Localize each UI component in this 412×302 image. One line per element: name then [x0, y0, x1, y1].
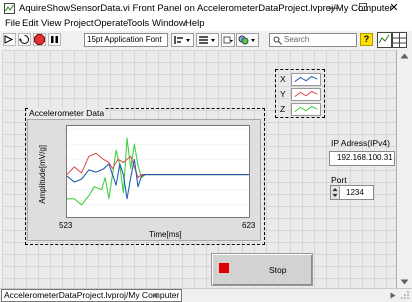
vertical-scrollbar[interactable]	[397, 50, 412, 288]
legend-swatch-y	[291, 88, 321, 101]
port-label: Port	[331, 175, 347, 185]
scroll-left-icon[interactable]	[152, 292, 158, 299]
ip-address-value: 192.168.100.31	[337, 153, 393, 162]
plot-legend[interactable]: X Y Z	[275, 69, 325, 118]
plot-area[interactable]	[66, 125, 250, 218]
search-icon	[273, 36, 282, 45]
toolbar: 15pt Application Font Search ?	[0, 31, 412, 49]
close-button[interactable]: ✕	[379, 0, 409, 17]
stop-indicator-icon	[219, 263, 229, 273]
maximize-button[interactable]: ☐	[348, 0, 378, 17]
legend-label: Z	[280, 104, 286, 114]
port-increment-decrement-icon[interactable]	[331, 186, 340, 199]
legend-item-z[interactable]: Z	[280, 103, 324, 117]
align-objects-icon[interactable]	[171, 33, 194, 47]
horizontal-scrollbar[interactable]	[152, 290, 397, 300]
context-help-button[interactable]: ?	[360, 33, 373, 46]
resize-objects-icon[interactable]	[221, 33, 235, 47]
resize-grip-icon[interactable]	[399, 289, 410, 300]
ip-address-label: IP Adress(IPv4)	[331, 138, 390, 148]
legend-item-y[interactable]: Y	[280, 88, 324, 102]
series-line-x	[67, 158, 249, 200]
menu-edit[interactable]: Edit	[22, 18, 38, 29]
title-bar: AquireShowSensorData.vi Front Panel on A…	[0, 0, 412, 17]
legend-swatch-x	[291, 73, 321, 86]
legend-label: X	[280, 74, 286, 84]
x-axis-label: Time[ms]	[149, 230, 182, 239]
x-axis-min-label: 523	[59, 221, 73, 230]
legend-swatch-z	[291, 103, 321, 116]
x-axis-max-label: 623	[242, 221, 256, 230]
port-value: 1234	[346, 188, 364, 197]
menu-operate[interactable]: Operate	[94, 18, 128, 29]
stop-button-label: Stop	[269, 265, 287, 275]
abort-execution-icon[interactable]	[33, 33, 46, 46]
graph-label: Accelerometer Data	[28, 108, 106, 118]
reorder-icon[interactable]	[236, 33, 259, 47]
menu-view[interactable]: View	[41, 18, 61, 29]
run-arrow-icon[interactable]	[3, 33, 16, 46]
scroll-down-icon[interactable]	[400, 279, 409, 285]
pause-icon[interactable]	[48, 33, 61, 46]
scroll-up-icon[interactable]	[400, 53, 409, 59]
font-selector[interactable]: 15pt Application Font	[84, 33, 168, 47]
menu-help[interactable]: Help	[185, 18, 205, 29]
menu-project[interactable]: Project	[64, 18, 94, 29]
minimize-button[interactable]: —	[318, 0, 348, 17]
menu-file[interactable]: File	[5, 18, 20, 29]
scroll-right-icon[interactable]	[390, 292, 396, 299]
vi-connector-icon	[377, 32, 407, 48]
menu-tools[interactable]: Tools	[127, 18, 149, 29]
legend-label: Y	[280, 89, 286, 99]
series-line-y	[67, 152, 249, 179]
menu-window[interactable]: Window	[152, 18, 186, 29]
search-input[interactable]: Search	[269, 33, 357, 47]
run-continuously-icon[interactable]	[18, 33, 31, 46]
search-placeholder: Search	[284, 35, 310, 44]
labview-vi-icon	[4, 3, 15, 14]
distribute-objects-icon[interactable]	[196, 33, 219, 47]
menu-bar: File Edit View Project Operate Tools Win…	[0, 17, 412, 31]
y-axis-label: Amplitude[mV/g]	[38, 145, 47, 204]
legend-item-x[interactable]: X	[280, 73, 324, 87]
